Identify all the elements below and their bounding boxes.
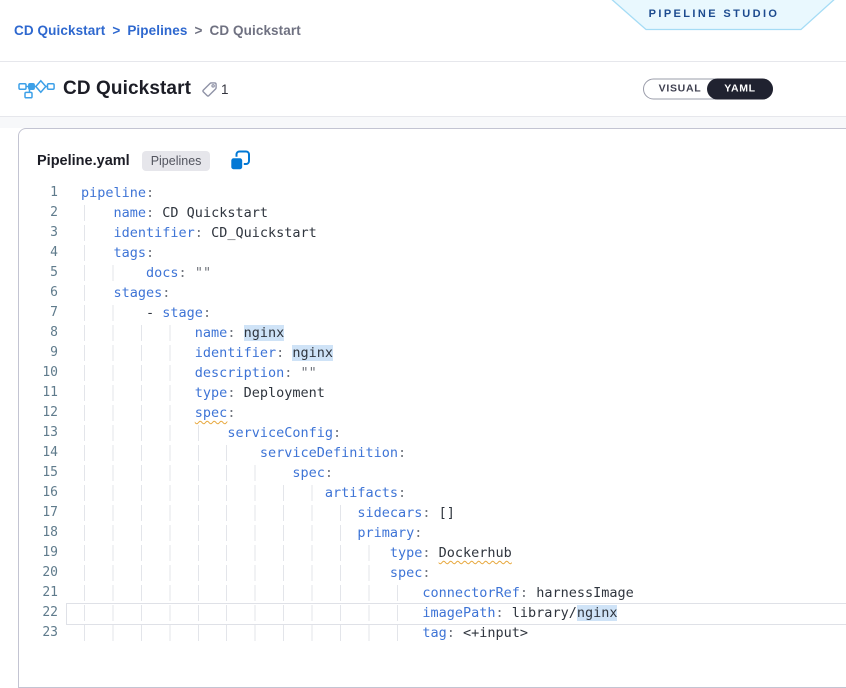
- code-line[interactable]: 21 connectorRef: harnessImage: [19, 583, 846, 603]
- line-number: 21: [19, 583, 58, 603]
- line-number: 12: [19, 403, 58, 423]
- pipelines-badge: Pipelines: [142, 151, 211, 171]
- page-background-strip: [0, 117, 846, 128]
- file-name: Pipeline.yaml: [37, 153, 130, 169]
- code-line[interactable]: 8 name: nginx: [19, 323, 846, 343]
- line-number: 5: [19, 263, 58, 283]
- line-number: 11: [19, 383, 58, 403]
- visual-yaml-toggle: VISUAL YAML: [643, 79, 773, 100]
- breadcrumb-separator: >: [188, 23, 210, 38]
- code-line[interactable]: 4 tags:: [19, 243, 846, 263]
- code-line[interactable]: 23 tag: <+input>: [19, 623, 846, 643]
- line-number: 4: [19, 243, 58, 263]
- code-line[interactable]: 14 serviceDefinition:: [19, 443, 846, 463]
- line-number: 22: [19, 603, 58, 623]
- code-line[interactable]: 20 spec:: [19, 563, 846, 583]
- line-number: 17: [19, 503, 58, 523]
- code-line[interactable]: 2 name: CD Quickstart: [19, 203, 846, 223]
- line-number: 6: [19, 283, 58, 303]
- code-line[interactable]: 6 stages:: [19, 283, 846, 303]
- code-line[interactable]: 18 primary:: [19, 523, 846, 543]
- line-number: 10: [19, 363, 58, 383]
- code-line[interactable]: 16 artifacts:: [19, 483, 846, 503]
- line-number: 2: [19, 203, 58, 223]
- line-number: 13: [19, 423, 58, 443]
- line-number: 15: [19, 463, 58, 483]
- line-number: 19: [19, 543, 58, 563]
- line-number: 7: [19, 303, 58, 323]
- code-line[interactable]: 1pipeline:: [19, 183, 846, 203]
- code-line[interactable]: 9 identifier: nginx: [19, 343, 846, 363]
- code-line[interactable]: 19 type: Dockerhub: [19, 543, 846, 563]
- line-number: 9: [19, 343, 58, 363]
- title-bar: CD Quickstart 1 VISUAL YAML: [0, 62, 846, 117]
- page-title: CD Quickstart: [63, 78, 191, 100]
- line-number: 16: [19, 483, 58, 503]
- top-bar: CD Quickstart > Pipelines > CD Quickstar…: [0, 0, 846, 62]
- line-number: 23: [19, 623, 58, 643]
- code-line[interactable]: 22 imagePath: library/nginx: [19, 603, 846, 623]
- line-number: 1: [19, 183, 58, 203]
- code-line[interactable]: 3 identifier: CD_Quickstart: [19, 223, 846, 243]
- line-number: 3: [19, 223, 58, 243]
- yaml-panel-header: Pipeline.yaml Pipelines: [19, 129, 846, 183]
- tab-yaml[interactable]: YAML: [707, 79, 773, 100]
- line-number: 20: [19, 563, 58, 583]
- code-line[interactable]: 13 serviceConfig:: [19, 423, 846, 443]
- tag-count: 1: [221, 82, 229, 97]
- code-line[interactable]: 15 spec:: [19, 463, 846, 483]
- line-number: 14: [19, 443, 58, 463]
- line-number: 18: [19, 523, 58, 543]
- breadcrumb-current-page: CD Quickstart: [209, 23, 300, 38]
- code-line[interactable]: 17 sidecars: []: [19, 503, 846, 523]
- code-line[interactable]: 12 spec:: [19, 403, 846, 423]
- line-number: 8: [19, 323, 58, 343]
- copy-button[interactable]: [228, 149, 252, 173]
- code-line[interactable]: 11 type: Deployment: [19, 383, 846, 403]
- pipeline-icon: [18, 79, 55, 99]
- breadcrumb: CD Quickstart > Pipelines > CD Quickstar…: [14, 23, 301, 38]
- breadcrumb-link-cd-quickstart[interactable]: CD Quickstart: [14, 23, 105, 38]
- copy-icon: [229, 150, 251, 172]
- banner-label: PIPELINE STUDIO: [585, 0, 843, 28]
- code-line[interactable]: 7 - stage:: [19, 303, 846, 323]
- yaml-panel: Pipeline.yaml Pipelines 1pipeline:2 name…: [18, 128, 846, 688]
- breadcrumb-link-pipelines[interactable]: Pipelines: [127, 23, 187, 38]
- code-line[interactable]: 10 description: "": [19, 363, 846, 383]
- breadcrumb-separator: >: [105, 23, 127, 38]
- code-line[interactable]: 5 docs: "": [19, 263, 846, 283]
- yaml-editor: 1pipeline:2 name: CD Quickstart3 identif…: [19, 183, 846, 643]
- pipeline-studio-banner: PIPELINE STUDIO: [585, 0, 843, 32]
- tag-icon: [201, 81, 218, 98]
- tags-indicator: 1: [201, 81, 229, 98]
